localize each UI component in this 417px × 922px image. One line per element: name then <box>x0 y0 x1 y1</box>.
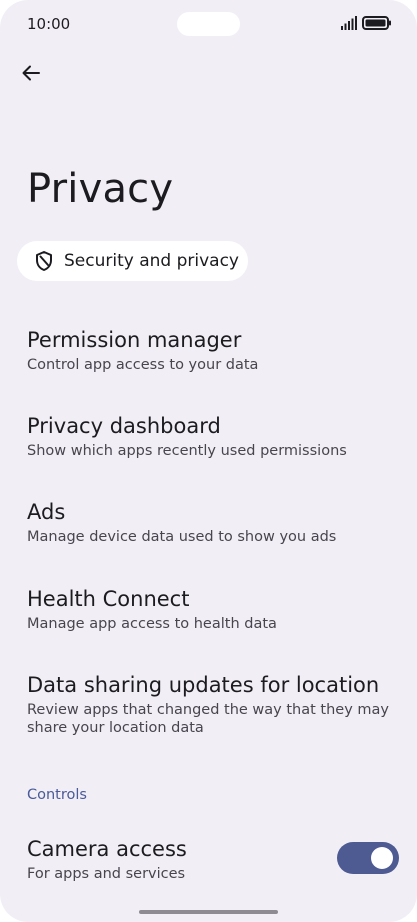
back-arrow-icon <box>22 65 40 81</box>
item-subtitle: Control app access to your data <box>27 357 259 373</box>
camera-access-row[interactable]: Camera access For apps and services <box>27 836 399 886</box>
item-subtitle: Show which apps recently used permission… <box>27 443 347 459</box>
item-title: Privacy dashboard <box>27 414 221 438</box>
phone-screen: 10:00 Privacy Security and privacy Permi… <box>0 0 417 922</box>
item-title: Data sharing updates for location <box>27 673 380 697</box>
permission-manager-item[interactable]: Permission manager Control app access to… <box>27 327 397 374</box>
security-privacy-chip[interactable]: Security and privacy <box>17 241 248 281</box>
health-connect-item[interactable]: Health Connect Manage app access to heal… <box>27 586 397 633</box>
item-subtitle: Manage app access to health data <box>27 616 277 632</box>
camera-access-toggle[interactable] <box>337 842 399 874</box>
item-title: Ads <box>27 500 66 524</box>
page-title: Privacy <box>27 166 174 212</box>
battery-icon <box>362 16 391 30</box>
back-button[interactable] <box>16 58 46 88</box>
item-title: Health Connect <box>27 587 190 611</box>
chip-label: Security and privacy <box>64 251 239 271</box>
item-title: Permission manager <box>27 328 242 352</box>
location-data-sharing-item[interactable]: Data sharing updates for location Review… <box>27 672 392 737</box>
home-indicator[interactable] <box>139 910 278 914</box>
controls-section-header: Controls <box>27 787 87 803</box>
toggle-thumb <box>371 847 393 869</box>
item-subtitle: Review apps that changed the way that th… <box>27 702 390 736</box>
shield-icon <box>36 251 52 271</box>
status-bar: 10:00 <box>0 0 417 48</box>
item-subtitle: Manage device data used to show you ads <box>27 529 337 545</box>
privacy-dashboard-item[interactable]: Privacy dashboard Show which apps recent… <box>27 413 397 460</box>
ads-item[interactable]: Ads Manage device data used to show you … <box>27 499 397 546</box>
signal-icon <box>341 16 357 30</box>
status-time: 10:00 <box>27 15 71 33</box>
camera-cutout <box>177 12 240 36</box>
